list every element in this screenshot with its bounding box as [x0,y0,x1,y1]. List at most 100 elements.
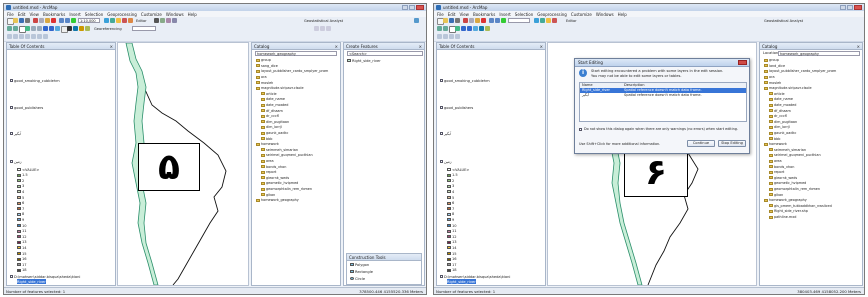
catalog-item[interactable]: dr_cccfl [261,114,279,119]
catalog-item[interactable]: date_moated [769,103,796,108]
catalog-item[interactable]: report [261,170,276,175]
catalog-item[interactable]: df_dhaam [261,108,283,113]
toc-sublayer-selected[interactable]: Right_side_river [447,279,476,284]
catalog-item[interactable]: geometic_hvipmed [769,181,806,186]
catalog-item[interactable]: seimmeh_simarian [769,148,806,153]
text-tool-icon[interactable] [320,26,325,31]
catalog-item[interactable]: area [261,159,274,164]
delete-icon[interactable] [51,18,56,23]
continue-button[interactable]: Continue [687,140,715,147]
menu-bookmarks[interactable]: Bookmarks [43,12,65,17]
end-snap-icon[interactable] [455,34,460,39]
menu-geoprocessing[interactable]: Geoprocessing [537,12,567,17]
catalog-item[interactable]: gieornk_weds [261,176,289,181]
minimize-button[interactable] [840,5,846,10]
catalog-item[interactable]: seirimei_guqmeni_pucthian [261,153,313,158]
catalog-item[interactable]: sang_dice [256,64,278,69]
toc-close-icon[interactable]: × [110,44,113,49]
catalog-item[interactable]: seirimei_guqmeni_pucthian [769,153,821,158]
editor-menu[interactable]: Editor [136,19,147,23]
identify-icon[interactable] [479,26,484,31]
geostatistical-analyst-menu[interactable]: Geostatistical Analyst [764,19,803,23]
toc-layer[interactable]: آبگیر [440,131,451,136]
layer-checkbox[interactable] [10,79,13,82]
midpoint-snap-icon[interactable] [37,34,42,39]
catalog-item[interactable]: mosleh [764,80,781,85]
catalog-item[interactable]: date_name [261,97,285,102]
catalog-item[interactable]: homework_geography [256,198,299,203]
scale-combo[interactable]: 1:10,000 [78,18,100,23]
select-elements-icon[interactable] [67,26,72,31]
toc-layer[interactable]: good_publishers [440,105,473,110]
back-extent-icon[interactable] [43,26,48,31]
menu-view[interactable]: View [29,12,39,17]
paste-icon[interactable] [475,18,480,23]
maximize-button[interactable] [409,5,415,10]
catalog-item[interactable]: gis_pmem_tukbaddkhan_nwsliced [769,204,832,209]
save-icon[interactable] [449,18,454,23]
measure-icon[interactable] [485,26,490,31]
catalog-item[interactable]: dr_cccfl [769,114,787,119]
find-icon[interactable] [79,26,84,31]
edge-snap-icon[interactable] [449,34,454,39]
layer-checkbox[interactable] [440,106,443,109]
close-button[interactable] [416,5,424,10]
stop-editing-button[interactable]: Stop Editing [718,140,746,147]
create-features-close-icon[interactable]: × [419,44,422,49]
catalog-item[interactable]: df_dhaam [769,108,791,113]
copy-icon[interactable] [39,18,44,23]
cut-polygon-icon[interactable] [172,18,177,23]
table-of-contents-icon[interactable] [540,18,545,23]
sketch-tool-icon[interactable] [160,18,165,23]
cut-icon[interactable] [463,18,468,23]
toc-layer[interactable]: good_smoking_cubblehm [10,78,60,83]
create-features-search-input[interactable]: <Search> [347,51,423,56]
menu-view[interactable]: View [459,12,469,17]
toc-layer[interactable]: زمین [10,159,21,164]
catalog-item[interactable]: bbb [769,136,780,141]
catalog-item[interactable]: gaunk_oadkc [261,131,288,136]
catalog-item[interactable]: homework [764,142,787,147]
dialog-close-button[interactable] [738,60,747,65]
catalog-item[interactable]: date_name [769,97,793,102]
edge-snap-icon[interactable] [19,34,24,39]
vertex-snap-icon[interactable] [13,34,18,39]
toc-layer[interactable]: good_publishers [10,105,43,110]
fixed-zoom-in-icon[interactable] [31,26,36,31]
table-of-contents-icon[interactable] [110,18,115,23]
catalog-item[interactable]: date_moated [261,103,288,108]
menu-edit[interactable]: Edit [448,12,456,17]
undo-icon[interactable] [489,18,494,23]
catalog-item[interactable]: gaunk_oadkc [769,131,796,136]
undo-icon[interactable] [59,18,64,23]
catalog-item[interactable]: dim_lorrjl [769,125,790,130]
catalog-item[interactable]: layout_pubblisher_cardo_smplyer_pram [764,69,836,74]
zoom-in-icon[interactable] [7,26,12,31]
vertex-snap-icon[interactable] [443,34,448,39]
dont-show-checkbox[interactable] [579,127,582,131]
draw-toolbar-icon[interactable] [314,26,319,31]
editor-toolbar-icon[interactable] [534,18,539,23]
zoom-in-icon[interactable] [437,26,442,31]
menu-selection[interactable]: Selection [515,12,533,17]
menu-bookmarks[interactable]: Bookmarks [473,12,495,17]
catalog-item[interactable]: magnitude.siripavr.clsole [256,86,304,91]
print-icon[interactable] [455,18,460,23]
catalog-item[interactable]: ora [764,75,775,80]
snapping-icon[interactable] [7,34,12,39]
georeferencing-layer-combo[interactable] [132,26,156,31]
catalog-close-icon[interactable]: × [857,44,860,49]
toc-layer[interactable]: آبگیر [10,131,21,136]
scale-combo[interactable] [508,18,530,23]
menu-customize[interactable]: Customize [571,12,592,17]
catalog-close-icon[interactable]: × [335,44,338,49]
back-extent-icon[interactable] [461,26,466,31]
catalog-item[interactable]: Right_side_river.shp [769,209,808,214]
catalog-item[interactable]: bbb [261,136,272,141]
toc-sublayer-selected[interactable]: Right_side_river [17,279,46,284]
zoom-out-icon[interactable] [443,26,448,31]
forward-extent-icon[interactable] [467,26,472,31]
print-icon[interactable] [25,18,30,23]
menu-help[interactable]: Help [618,12,627,17]
catalog-item[interactable]: article [769,92,785,97]
